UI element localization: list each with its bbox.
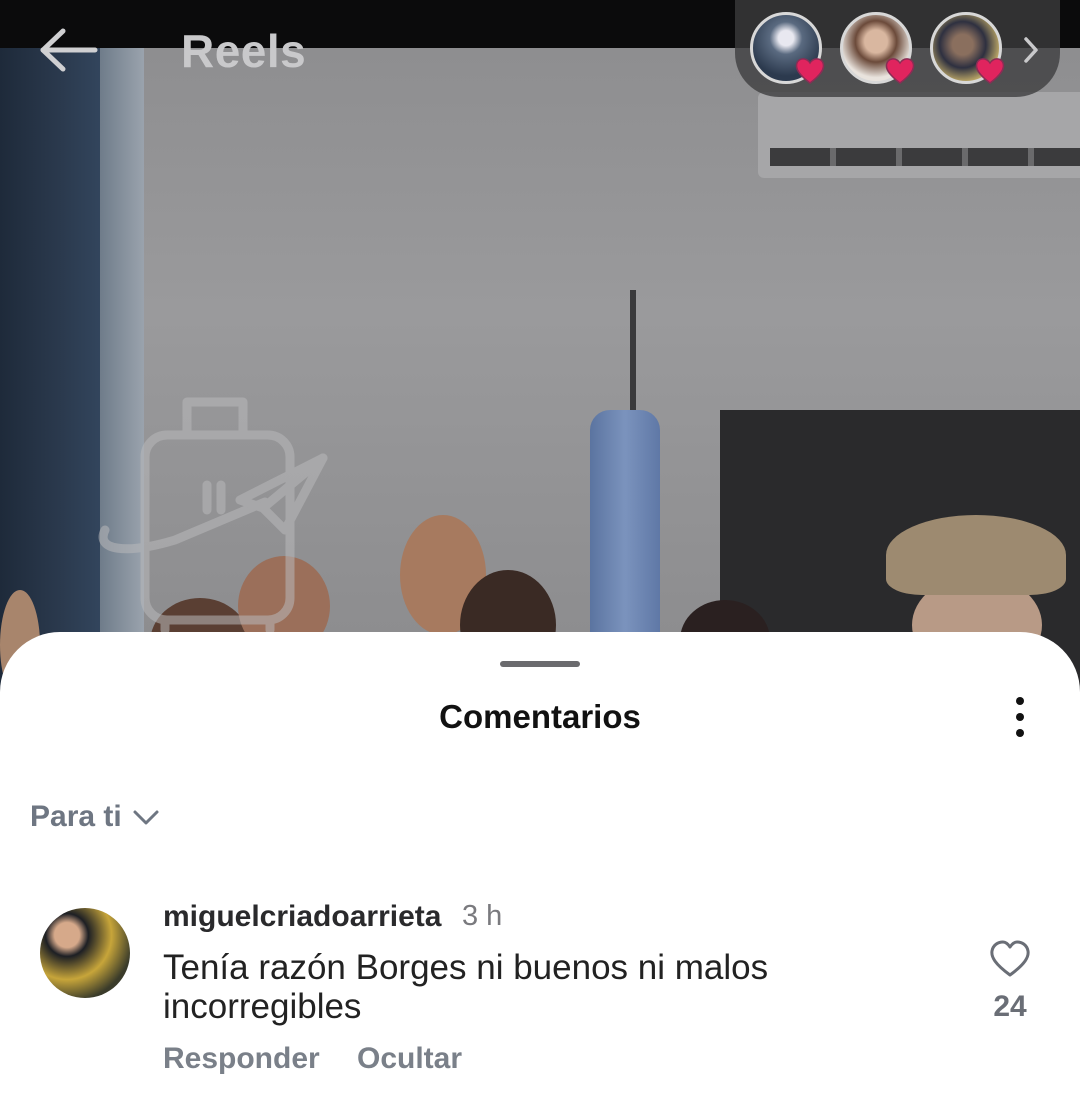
heart-outline-icon — [990, 940, 1030, 977]
page-title: Reels — [181, 25, 307, 77]
chevron-right-icon — [1024, 37, 1038, 63]
more-options-button[interactable] — [1000, 692, 1040, 742]
reply-button[interactable]: Responder — [163, 1042, 320, 1076]
comment-timestamp: 3 h — [462, 900, 503, 932]
more-vertical-icon — [1016, 713, 1024, 721]
more-vertical-icon — [1016, 729, 1024, 737]
comment-item: miguelcriadoarrieta 3 h Tenía razón Borg… — [0, 900, 1080, 1100]
more-vertical-icon — [1016, 697, 1024, 705]
arrow-left-icon — [40, 28, 98, 72]
like-count: 24 — [993, 990, 1027, 1023]
comment-text: Tenía razón Borges ni buenos ni malos in… — [163, 948, 769, 1026]
stories-next-button[interactable] — [1014, 30, 1048, 70]
hide-button[interactable]: Ocultar — [357, 1042, 462, 1076]
video-air-conditioner-vent — [770, 148, 1080, 166]
sort-label: Para ti — [30, 800, 122, 833]
drag-handle[interactable] — [500, 661, 580, 667]
heart-icon — [975, 58, 1005, 84]
sheet-title: Comentarios — [439, 698, 641, 735]
video-hat — [886, 515, 1066, 595]
back-button[interactable] — [36, 22, 102, 78]
suitcase-plane-watermark-icon — [98, 397, 328, 635]
chevron-down-icon — [133, 810, 159, 825]
heart-icon — [885, 58, 915, 84]
reel-video[interactable] — [0, 0, 1080, 700]
like-button[interactable] — [986, 935, 1034, 983]
avatar[interactable] — [40, 908, 130, 998]
heart-icon — [795, 58, 825, 84]
sort-dropdown[interactable]: Para ti — [30, 800, 160, 834]
comments-sheet: Comentarios Para ti miguelcriadoarrieta … — [0, 632, 1080, 1107]
comment-username[interactable]: miguelcriadoarrieta — [163, 900, 441, 934]
